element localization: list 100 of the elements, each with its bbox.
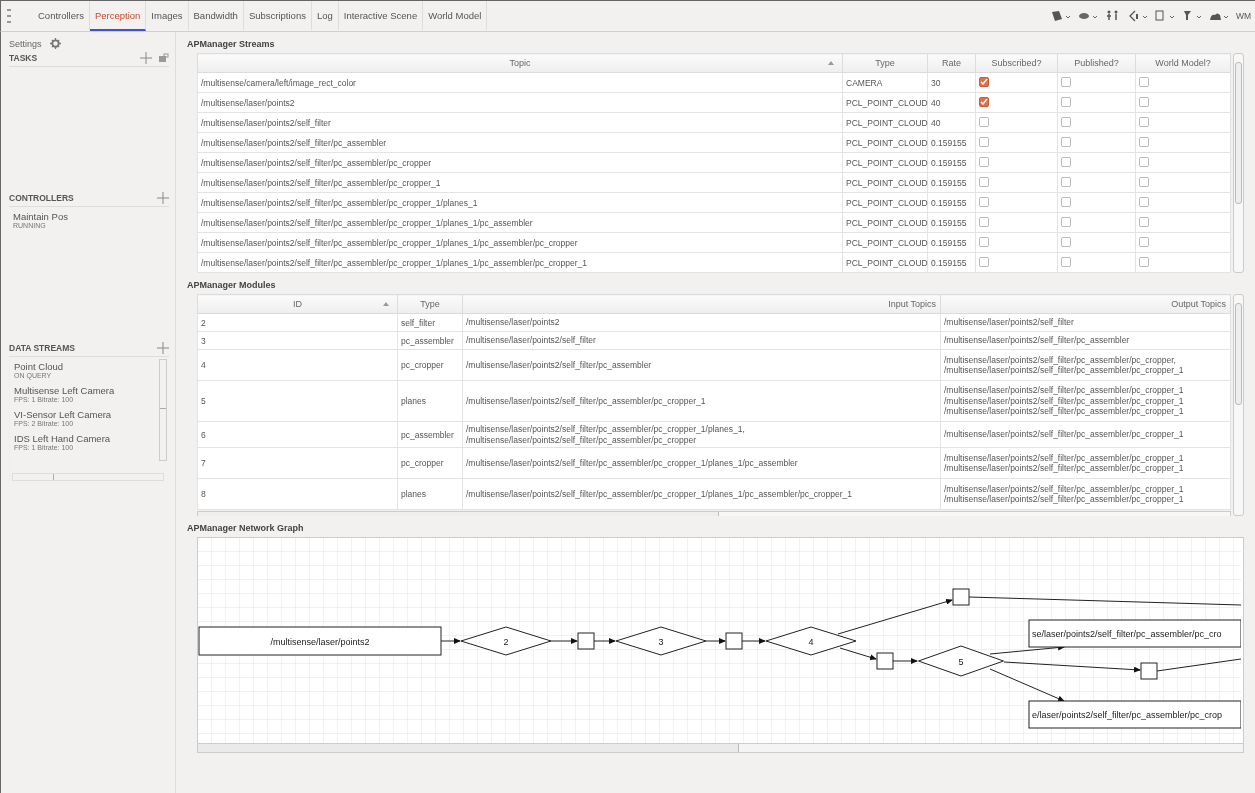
tab[interactable]: Perception bbox=[89, 1, 147, 31]
column-header[interactable]: ID bbox=[197, 294, 398, 314]
table-cell: /multisense/laser/points2/self_filter/pc_assembler bbox=[197, 132, 843, 153]
table-cell-text: /multisense/laser/points2/self_filter/pc_assembler/pc_cropper_1/planes_1/pc_assembler/pc_cropper_1 bbox=[466, 488, 853, 500]
table-cell-text: /multisense/laser/points2/self_filter/pc_assembler/pc_cropper, /multisense/laser/points2/self_filter/pc_assembler/pc_cropper_1 bbox=[944, 354, 1185, 376]
checkbox[interactable] bbox=[1061, 256, 1071, 267]
tab[interactable]: Controllers bbox=[33, 1, 90, 31]
window-icon[interactable] bbox=[158, 53, 169, 63]
table-cell-text: /multisense/laser/points2 bbox=[466, 317, 561, 328]
column-header[interactable]: Topic bbox=[197, 53, 843, 73]
checkbox[interactable] bbox=[1139, 116, 1149, 127]
plus-icon[interactable] bbox=[157, 342, 169, 354]
wm-button[interactable]: WM bbox=[1235, 11, 1251, 21]
arrow-icon[interactable] bbox=[1127, 10, 1150, 22]
tab[interactable]: Images bbox=[146, 1, 189, 31]
plus-icon[interactable] bbox=[157, 192, 169, 204]
checkbox[interactable] bbox=[1061, 216, 1071, 227]
checkbox[interactable] bbox=[979, 116, 989, 127]
column-header[interactable]: Output Topics bbox=[940, 294, 1231, 314]
module-node[interactable]: 4 bbox=[765, 626, 857, 656]
tab[interactable]: Log bbox=[311, 1, 339, 31]
table-cell: 0.159155 bbox=[927, 252, 976, 273]
checkbox[interactable] bbox=[1139, 236, 1149, 247]
checkbox[interactable] bbox=[1139, 216, 1149, 227]
checkbox[interactable] bbox=[1061, 156, 1071, 167]
checkbox[interactable] bbox=[1061, 196, 1071, 207]
checkbox[interactable] bbox=[979, 256, 989, 267]
module-node[interactable]: 2 bbox=[460, 626, 552, 656]
topic-node[interactable]: se/laser/points2/self_filter/pc_assembler/pc_cro bbox=[1028, 619, 1241, 648]
column-header[interactable]: Rate bbox=[927, 53, 976, 73]
column-header[interactable]: Published? bbox=[1057, 53, 1136, 73]
junction-node[interactable] bbox=[725, 632, 743, 650]
checkbox[interactable] bbox=[1061, 236, 1071, 247]
checkbox[interactable] bbox=[1139, 136, 1149, 147]
checkbox[interactable] bbox=[1139, 96, 1149, 107]
table-cell: 3 bbox=[197, 331, 398, 350]
sort-icon bbox=[383, 302, 389, 306]
table-cell: pc_cropper bbox=[397, 349, 463, 381]
section-title: DATA STREAMS bbox=[9, 343, 76, 353]
tab[interactable]: Bandwidth bbox=[188, 1, 244, 31]
table-cell: 0.159155 bbox=[927, 132, 976, 153]
checkbox[interactable] bbox=[1061, 96, 1071, 107]
column-header[interactable]: Type bbox=[397, 294, 463, 314]
stream-name[interactable]: IDS Left Hand Camera bbox=[14, 433, 157, 444]
table-cell-text: /multisense/laser/points2/self_filter bbox=[944, 317, 1075, 328]
module-node[interactable]: 5 bbox=[918, 645, 1004, 677]
checkbox[interactable] bbox=[1061, 136, 1071, 147]
disc-icon[interactable] bbox=[1077, 10, 1100, 22]
checkbox[interactable] bbox=[979, 156, 989, 167]
checkbox[interactable] bbox=[1061, 176, 1071, 187]
table-cell: pc_cropper bbox=[397, 447, 463, 479]
settings-icon[interactable] bbox=[49, 38, 61, 49]
checkbox[interactable] bbox=[1139, 196, 1149, 207]
junction-node[interactable] bbox=[1140, 662, 1158, 680]
column-header[interactable]: Subscribed? bbox=[975, 53, 1058, 73]
checkbox[interactable] bbox=[1061, 116, 1071, 127]
connector-line bbox=[705, 638, 726, 644]
table-cell: /multisense/camera/left/image_rect_color bbox=[197, 72, 843, 93]
table-cell: 8 bbox=[197, 478, 398, 510]
grip-icon[interactable] bbox=[7, 8, 11, 24]
junction-node[interactable] bbox=[952, 588, 970, 606]
checkbox[interactable] bbox=[1139, 256, 1149, 267]
checkbox[interactable] bbox=[1139, 76, 1149, 87]
checkbox[interactable] bbox=[979, 136, 989, 147]
junction-node[interactable] bbox=[577, 632, 595, 650]
tab[interactable]: Interactive Scene bbox=[338, 1, 424, 31]
table-cell: PCL_POINT_CLOUD bbox=[842, 232, 928, 253]
plus-icon[interactable] bbox=[140, 52, 152, 64]
sort-icon bbox=[828, 61, 834, 65]
column-header[interactable]: Type bbox=[842, 53, 928, 73]
checkbox[interactable] bbox=[979, 196, 989, 207]
checkbox[interactable] bbox=[979, 97, 989, 107]
panel-title: APManager Streams bbox=[187, 38, 276, 51]
module-node[interactable]: 3 bbox=[615, 626, 707, 656]
table-cell: PCL_POINT_CLOUD bbox=[842, 132, 928, 153]
window-icon[interactable] bbox=[1154, 10, 1177, 22]
checkbox[interactable] bbox=[979, 216, 989, 227]
topic-node[interactable]: e/laser/points2/self_filter/pc_assembler/pc_crop bbox=[1028, 700, 1241, 729]
checkbox[interactable] bbox=[979, 176, 989, 187]
table-cell-text: /multisense/laser/points2/self_filter/pc_assembler/pc_cropper_1 bbox=[944, 429, 1185, 440]
tab[interactable]: World Model bbox=[423, 1, 488, 31]
stream-name[interactable]: VI-Sensor Left Camera bbox=[14, 409, 157, 420]
table-cell: /multisense/laser/points2/self_filter/pc_assembler/pc_cropper_1/planes_1/pc_assembler bbox=[197, 212, 843, 233]
checkbox[interactable] bbox=[1139, 176, 1149, 187]
junction-node[interactable] bbox=[876, 652, 894, 670]
section-title: CONTROLLERS bbox=[9, 193, 75, 203]
stream-name[interactable]: Multisense Left Camera bbox=[14, 385, 157, 396]
column-header[interactable]: Input Topics bbox=[462, 294, 941, 314]
stream-name[interactable]: Point Cloud bbox=[14, 361, 157, 372]
table-cell: 40 bbox=[927, 92, 976, 113]
tab[interactable]: Subscriptions bbox=[243, 1, 312, 31]
checkbox[interactable] bbox=[1139, 156, 1149, 167]
checkbox[interactable] bbox=[979, 236, 989, 247]
controller-name[interactable]: Maintain Pos bbox=[13, 211, 169, 222]
connector-line bbox=[593, 638, 616, 644]
checkbox[interactable] bbox=[1061, 76, 1071, 87]
topic-node[interactable]: /multisense/laser/points2 bbox=[198, 626, 442, 656]
connector-line bbox=[440, 638, 461, 644]
checkbox[interactable] bbox=[979, 77, 989, 87]
column-header[interactable]: World Model? bbox=[1135, 53, 1231, 73]
